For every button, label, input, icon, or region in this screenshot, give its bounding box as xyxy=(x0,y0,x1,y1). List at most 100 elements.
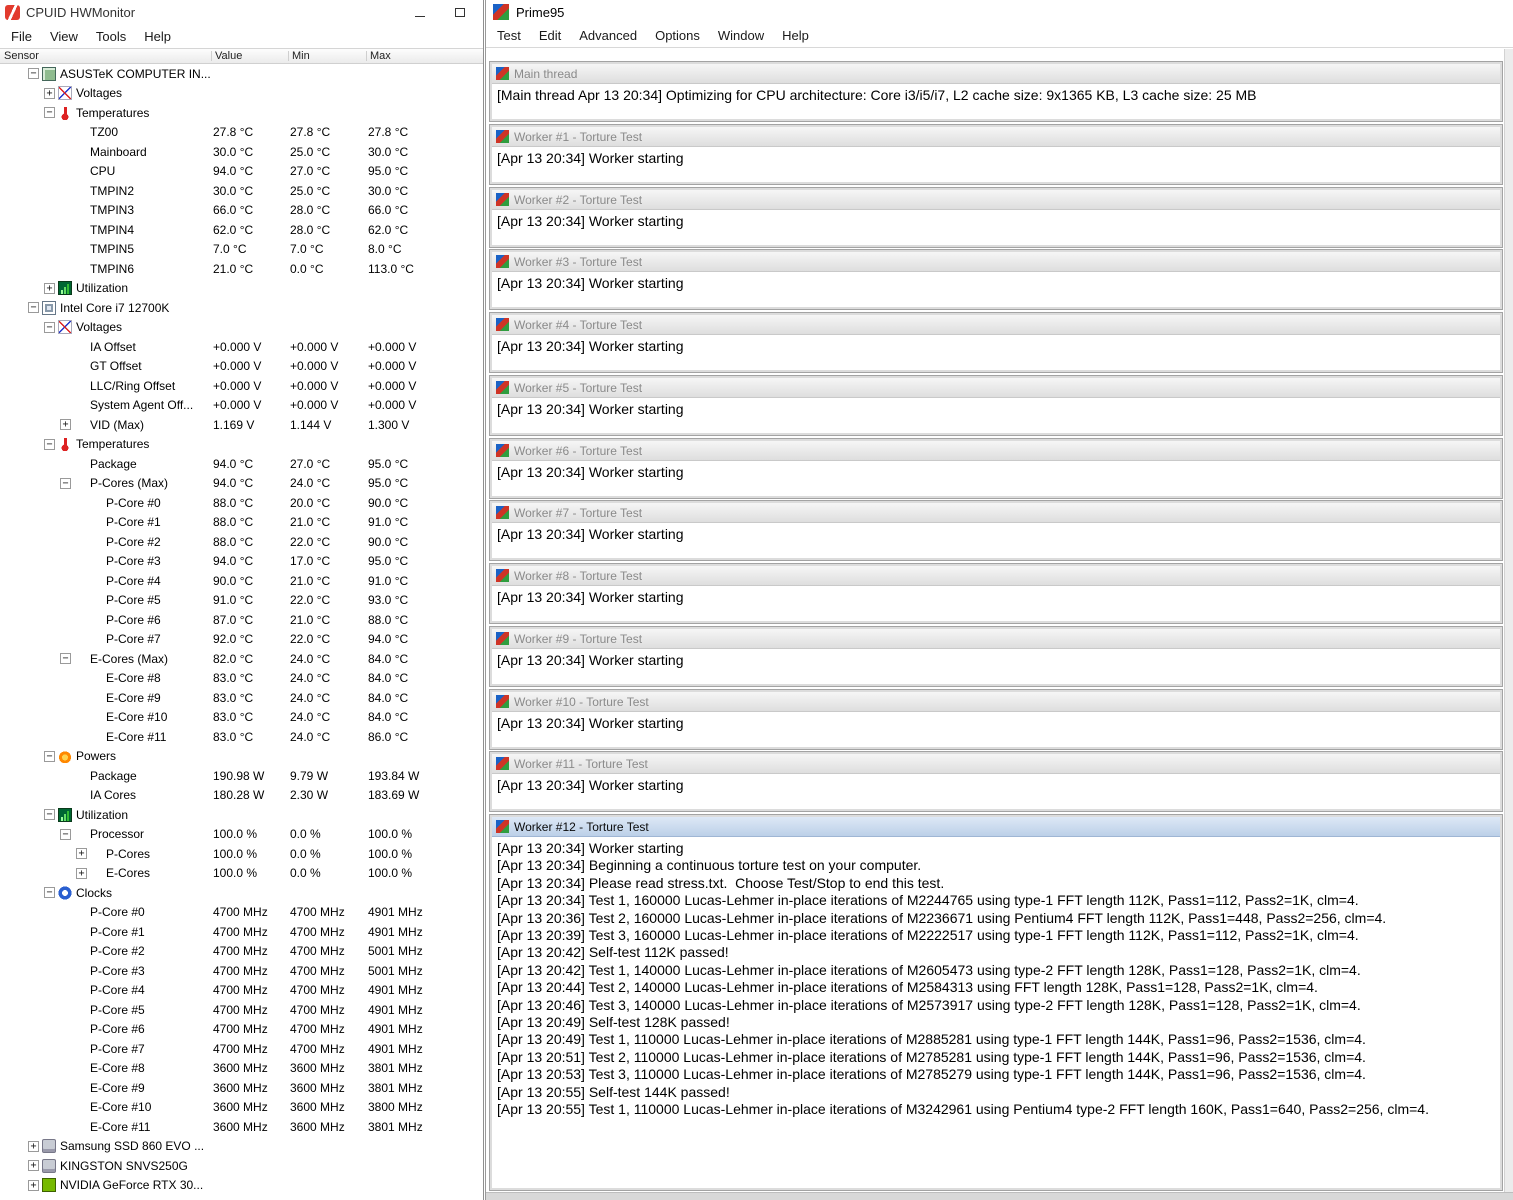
expand-toggle-icon[interactable]: + xyxy=(76,867,87,879)
sensor-row-llc-ring-offset[interactable]: LLC/Ring Offset +0.000 V +0.000 V +0.000 V xyxy=(0,376,483,396)
sensor-row-tmpin2[interactable]: TMPIN2 30.0 °C 25.0 °C 30.0 °C xyxy=(0,181,483,201)
hwmonitor-menu-tools[interactable]: Tools xyxy=(87,26,135,47)
collapse-toggle-icon[interactable]: − xyxy=(60,477,71,489)
sensor-row-e-core-9[interactable]: E-Core #9 3600 MHz 3600 MHz 3801 MHz xyxy=(0,1078,483,1098)
expand-toggle-icon[interactable]: + xyxy=(44,87,55,99)
sensor-row-p-cores[interactable]: + P-Cores 100.0 % 0.0 % 100.0 % xyxy=(0,844,483,864)
minimize-button[interactable] xyxy=(405,0,435,24)
sensor-row-ia-cores[interactable]: IA Cores 180.28 W 2.30 W 183.69 W xyxy=(0,786,483,806)
sensor-row-tmpin5[interactable]: TMPIN5 7.0 °C 7.0 °C 8.0 °C xyxy=(0,240,483,260)
collapse-toggle-icon[interactable]: − xyxy=(60,653,71,665)
expand-toggle-icon[interactable]: + xyxy=(44,282,55,294)
column-header-min[interactable]: Min xyxy=(292,50,310,62)
sensor-row-p-core-1[interactable]: P-Core #1 4700 MHz 4700 MHz 4901 MHz xyxy=(0,922,483,942)
child-window-titlebar[interactable]: Worker #6 - Torture Test xyxy=(492,441,1500,461)
prime95-menu-test[interactable]: Test xyxy=(488,25,530,46)
expand-toggle-icon[interactable]: + xyxy=(60,419,71,431)
sensor-row-temperatures[interactable]: − Temperatures xyxy=(0,435,483,455)
child-window-titlebar[interactable]: Worker #5 - Torture Test xyxy=(492,378,1500,398)
child-window-titlebar[interactable]: Worker #11 - Torture Test xyxy=(492,754,1500,774)
prime95-titlebar[interactable]: Prime95 xyxy=(486,0,1513,24)
prime95-menu-options[interactable]: Options xyxy=(646,25,709,46)
sensor-row-p-core-2[interactable]: P-Core #2 88.0 °C 22.0 °C 90.0 °C xyxy=(0,532,483,552)
sensor-row-p-core-5[interactable]: P-Core #5 4700 MHz 4700 MHz 4901 MHz xyxy=(0,1000,483,1020)
sensor-row-p-core-5[interactable]: P-Core #5 91.0 °C 22.0 °C 93.0 °C xyxy=(0,591,483,611)
sensor-row-e-core-8[interactable]: E-Core #8 3600 MHz 3600 MHz 3801 MHz xyxy=(0,1059,483,1079)
maximize-button[interactable] xyxy=(445,0,475,24)
child-window-titlebar[interactable]: Worker #1 - Torture Test xyxy=(492,127,1500,147)
sensor-row-p-core-7[interactable]: P-Core #7 4700 MHz 4700 MHz 4901 MHz xyxy=(0,1039,483,1059)
column-header-value[interactable]: Value xyxy=(215,50,242,62)
sensor-row-utilization[interactable]: + Utilization xyxy=(0,279,483,299)
sensor-row-nvidia-geforce-rtx-30[interactable]: + NVIDIA GeForce RTX 30... xyxy=(0,1176,483,1196)
sensor-row-p-core-3[interactable]: P-Core #3 4700 MHz 4700 MHz 5001 MHz xyxy=(0,961,483,981)
sensor-row-p-core-6[interactable]: P-Core #6 4700 MHz 4700 MHz 4901 MHz xyxy=(0,1020,483,1040)
expand-toggle-icon[interactable]: + xyxy=(28,1160,39,1172)
vertical-scrollbar[interactable] xyxy=(1504,49,1513,1192)
sensor-row-tmpin3[interactable]: TMPIN3 66.0 °C 28.0 °C 66.0 °C xyxy=(0,201,483,221)
collapse-toggle-icon[interactable]: − xyxy=(44,887,55,899)
collapse-toggle-icon[interactable]: − xyxy=(44,438,55,450)
sensor-row-p-core-4[interactable]: P-Core #4 4700 MHz 4700 MHz 4901 MHz xyxy=(0,981,483,1001)
hwmonitor-menu-file[interactable]: File xyxy=(2,26,41,47)
hwmonitor-menu-view[interactable]: View xyxy=(41,26,87,47)
sensor-row-tmpin6[interactable]: TMPIN6 21.0 °C 0.0 °C 113.0 °C xyxy=(0,259,483,279)
sensor-row-processor[interactable]: − Processor 100.0 % 0.0 % 100.0 % xyxy=(0,825,483,845)
child-window-titlebar[interactable]: Worker #7 - Torture Test xyxy=(492,503,1500,523)
hwmonitor-titlebar[interactable]: CPUID HWMonitor xyxy=(0,0,483,24)
sensor-row-cpu[interactable]: CPU 94.0 °C 27.0 °C 95.0 °C xyxy=(0,162,483,182)
sensor-row-package[interactable]: Package 94.0 °C 27.0 °C 95.0 °C xyxy=(0,454,483,474)
collapse-toggle-icon[interactable]: − xyxy=(28,302,39,314)
sensor-row-tz00[interactable]: TZ00 27.8 °C 27.8 °C 27.8 °C xyxy=(0,123,483,143)
collapse-toggle-icon[interactable]: − xyxy=(44,750,55,762)
collapse-toggle-icon[interactable]: − xyxy=(44,809,55,821)
sensor-row-e-cores[interactable]: + E-Cores 100.0 % 0.0 % 100.0 % xyxy=(0,864,483,884)
sensor-row-mainboard[interactable]: Mainboard 30.0 °C 25.0 °C 30.0 °C xyxy=(0,142,483,162)
sensor-row-powers[interactable]: − Powers xyxy=(0,747,483,767)
sensor-row-gt-offset[interactable]: GT Offset +0.000 V +0.000 V +0.000 V xyxy=(0,357,483,377)
child-window-titlebar[interactable]: Worker #8 - Torture Test xyxy=(492,566,1500,586)
sensor-row-p-core-1[interactable]: P-Core #1 88.0 °C 21.0 °C 91.0 °C xyxy=(0,513,483,533)
sensor-row-e-core-11[interactable]: E-Core #11 3600 MHz 3600 MHz 3801 MHz xyxy=(0,1117,483,1137)
sensor-row-p-core-0[interactable]: P-Core #0 88.0 °C 20.0 °C 90.0 °C xyxy=(0,493,483,513)
sensor-row-system-agent-off[interactable]: System Agent Off... +0.000 V +0.000 V +0.00… xyxy=(0,396,483,416)
sensor-row-temperatures[interactable]: − Temperatures xyxy=(0,103,483,123)
child-window-titlebar[interactable]: Worker #9 - Torture Test xyxy=(492,629,1500,649)
prime95-menu-window[interactable]: Window xyxy=(709,25,773,46)
column-header-max[interactable]: Max xyxy=(370,50,391,62)
sensor-row-e-core-11[interactable]: E-Core #11 83.0 °C 24.0 °C 86.0 °C xyxy=(0,727,483,747)
sensor-row-p-cores-max[interactable]: − P-Cores (Max) 94.0 °C 24.0 °C 95.0 °C xyxy=(0,474,483,494)
sensor-row-vid-max[interactable]: + VID (Max) 1.169 V 1.144 V 1.300 V xyxy=(0,415,483,435)
sensor-row-voltages[interactable]: − Voltages xyxy=(0,318,483,338)
sensor-row-p-core-2[interactable]: P-Core #2 4700 MHz 4700 MHz 5001 MHz xyxy=(0,942,483,962)
sensor-row-p-core-7[interactable]: P-Core #7 92.0 °C 22.0 °C 94.0 °C xyxy=(0,630,483,650)
sensor-row-package[interactable]: Package 190.98 W 9.79 W 193.84 W xyxy=(0,766,483,786)
column-header-sensor[interactable]: Sensor xyxy=(4,50,39,62)
hwmonitor-menu-help[interactable]: Help xyxy=(135,26,180,47)
child-window-titlebar[interactable]: Main thread xyxy=(492,64,1500,84)
child-window-titlebar[interactable]: Worker #2 - Torture Test xyxy=(492,190,1500,210)
collapse-toggle-icon[interactable]: − xyxy=(44,107,55,119)
sensor-row-tmpin4[interactable]: TMPIN4 62.0 °C 28.0 °C 62.0 °C xyxy=(0,220,483,240)
sensor-row-p-core-4[interactable]: P-Core #4 90.0 °C 21.0 °C 91.0 °C xyxy=(0,571,483,591)
sensor-row-e-core-10[interactable]: E-Core #10 3600 MHz 3600 MHz 3800 MHz xyxy=(0,1098,483,1118)
child-window-titlebar[interactable]: Worker #10 - Torture Test xyxy=(492,692,1500,712)
prime95-menu-edit[interactable]: Edit xyxy=(530,25,570,46)
sensor-row-p-core-6[interactable]: P-Core #6 87.0 °C 21.0 °C 88.0 °C xyxy=(0,610,483,630)
sensor-row-samsung-ssd-860-evo[interactable]: + Samsung SSD 860 EVO ... xyxy=(0,1137,483,1157)
sensor-row-e-cores-max[interactable]: − E-Cores (Max) 82.0 °C 24.0 °C 84.0 °C xyxy=(0,649,483,669)
expand-toggle-icon[interactable]: + xyxy=(28,1140,39,1152)
sensor-row-p-core-0[interactable]: P-Core #0 4700 MHz 4700 MHz 4901 MHz xyxy=(0,903,483,923)
expand-toggle-icon[interactable]: + xyxy=(28,1179,39,1191)
sensor-row-e-core-8[interactable]: E-Core #8 83.0 °C 24.0 °C 84.0 °C xyxy=(0,669,483,689)
child-window-titlebar[interactable]: Worker #3 - Torture Test xyxy=(492,252,1500,272)
prime95-menu-advanced[interactable]: Advanced xyxy=(570,25,646,46)
sensor-row-kingston-snvs250g[interactable]: + KINGSTON SNVS250G xyxy=(0,1156,483,1176)
sensor-row-ia-offset[interactable]: IA Offset +0.000 V +0.000 V +0.000 V xyxy=(0,337,483,357)
sensor-row-clocks[interactable]: − Clocks xyxy=(0,883,483,903)
collapse-toggle-icon[interactable]: − xyxy=(28,68,39,80)
collapse-toggle-icon[interactable]: − xyxy=(44,321,55,333)
sensor-row-e-core-10[interactable]: E-Core #10 83.0 °C 24.0 °C 84.0 °C xyxy=(0,708,483,728)
child-window-titlebar[interactable]: Worker #4 - Torture Test xyxy=(492,315,1500,335)
sensor-row-voltages[interactable]: + Voltages xyxy=(0,84,483,104)
